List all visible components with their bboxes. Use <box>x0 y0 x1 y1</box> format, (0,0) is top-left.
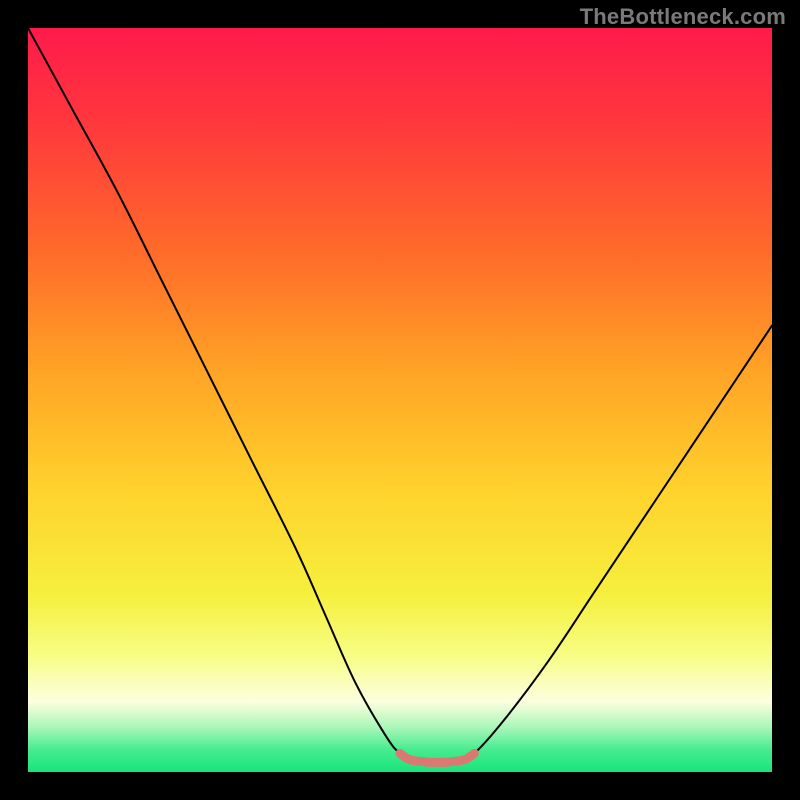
gradient-background <box>28 28 772 772</box>
plot-area <box>28 28 772 772</box>
chart-frame: TheBottleneck.com <box>0 0 800 800</box>
chart-svg <box>28 28 772 772</box>
watermark-text: TheBottleneck.com <box>580 4 786 30</box>
